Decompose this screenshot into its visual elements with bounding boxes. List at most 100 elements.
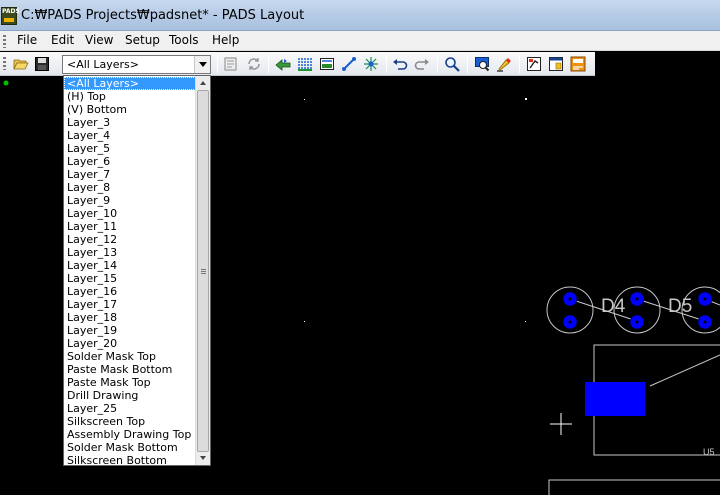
layer-option[interactable]: Drill Drawing	[64, 389, 196, 402]
menu-grip-handle[interactable]	[3, 35, 6, 48]
save-icon	[35, 57, 49, 71]
layer-option[interactable]: Layer_4	[64, 129, 196, 142]
pads-app-icon[interactable]: PADS	[1, 7, 20, 25]
layer-option[interactable]: Silkscreen Top	[64, 415, 196, 428]
layer-option[interactable]: Layer_16	[64, 285, 196, 298]
layer-option[interactable]: Layer_18	[64, 311, 196, 324]
pour-icon	[298, 58, 312, 71]
menu-tools[interactable]: Tools	[169, 33, 199, 47]
layer-option[interactable]: Layer_12	[64, 233, 196, 246]
layer-option[interactable]: Layer_3	[64, 116, 196, 129]
menu-edit[interactable]: Edit	[51, 33, 74, 47]
plane-icon	[320, 58, 334, 70]
layer-option[interactable]: Paste Mask Top	[64, 376, 196, 389]
display-colors-icon	[527, 57, 541, 71]
pads-router-icon	[570, 56, 586, 72]
open-icon	[13, 59, 29, 70]
menu-file[interactable]: File	[17, 33, 37, 47]
window-button[interactable]	[546, 54, 566, 74]
app-icon-text: PADS	[2, 8, 20, 15]
scroll-up-arrow[interactable]	[196, 76, 210, 90]
layer-option[interactable]: Layer_14	[64, 259, 196, 272]
window-title: C:₩PADS Projects₩padsnet* - PADS Layout	[21, 8, 305, 23]
menu-bar: File Edit View Setup Tools Help	[0, 31, 720, 51]
dropdown-scrollbar[interactable]	[195, 76, 210, 465]
pour-button[interactable]	[295, 54, 315, 74]
layer-option[interactable]: (V) Bottom	[64, 103, 196, 116]
display-colors-button[interactable]	[524, 54, 544, 74]
cluster-icon	[364, 57, 378, 71]
zoom-button[interactable]	[442, 54, 462, 74]
properties-button[interactable]	[221, 54, 241, 74]
toolbar-separator	[386, 55, 387, 73]
pads-router-button[interactable]	[568, 54, 588, 74]
ref-label-u5: U5	[703, 447, 715, 457]
cluster-button[interactable]	[361, 54, 381, 74]
scroll-thumb[interactable]	[197, 90, 209, 452]
layer-option[interactable]: Layer_19	[64, 324, 196, 337]
layer-option[interactable]: Layer_25	[64, 402, 196, 415]
toolbar-separator	[519, 55, 520, 73]
toolbar-separator	[268, 55, 269, 73]
layer-option[interactable]: (H) Top	[64, 90, 196, 103]
redo-button[interactable]	[412, 54, 432, 74]
window-icon	[549, 57, 563, 71]
layer-option[interactable]: <All Layers>	[64, 77, 196, 90]
ref-label-d4: D4	[601, 296, 626, 317]
origin-marker	[3, 80, 9, 86]
highlight-icon	[497, 58, 511, 72]
open-button[interactable]	[11, 54, 31, 74]
properties-icon	[224, 57, 237, 71]
layer-option[interactable]: Solder Mask Top	[64, 350, 196, 363]
sketch-button[interactable]	[339, 54, 359, 74]
refresh-button[interactable]	[244, 54, 264, 74]
refresh-icon	[248, 58, 260, 70]
redo-icon	[414, 59, 429, 70]
menu-view[interactable]: View	[85, 33, 113, 47]
toolbar-separator	[217, 55, 218, 73]
cursor-crosshair	[550, 413, 572, 435]
layer-option[interactable]: Layer_9	[64, 194, 196, 207]
toolbar-separator	[467, 55, 468, 73]
zoom-icon	[445, 57, 460, 72]
save-button[interactable]	[32, 54, 52, 74]
layer-option[interactable]: Assembly Drawing Top	[64, 428, 196, 441]
route-button[interactable]	[273, 54, 293, 74]
layer-option[interactable]: Layer_6	[64, 155, 196, 168]
layer-option[interactable]: Layer_17	[64, 298, 196, 311]
highlight-button[interactable]	[494, 54, 514, 74]
toolbar-grip-handle[interactable]	[3, 57, 6, 70]
ref-label-d5: D5	[668, 296, 692, 317]
layer-selector-dropdown-arrow[interactable]	[194, 56, 210, 73]
view-nets-icon	[475, 57, 490, 72]
undo-icon	[393, 59, 408, 70]
grid-dots	[304, 98, 527, 322]
toolbar-separator	[437, 55, 438, 73]
sketch-icon	[342, 57, 356, 71]
layer-option[interactable]: Silkscreen Bottom	[64, 454, 196, 465]
layer-selector-value: <All Layers>	[67, 58, 139, 71]
layer-dropdown-list[interactable]: <All Layers> (H) Top (V) Bottom Layer_3 Laye…	[63, 75, 211, 466]
scroll-down-arrow[interactable]	[196, 451, 210, 465]
menu-help[interactable]: Help	[212, 33, 239, 47]
layer-option[interactable]: Layer_5	[64, 142, 196, 155]
title-bar[interactable]: PADS C:₩PADS Projects₩padsnet* - PADS La…	[0, 0, 720, 31]
menu-setup[interactable]: Setup	[125, 33, 160, 47]
layer-option[interactable]: Solder Mask Bottom	[64, 441, 196, 454]
layer-option[interactable]: Layer_10	[64, 207, 196, 220]
view-nets-button[interactable]	[472, 54, 492, 74]
layer-options: <All Layers> (H) Top (V) Bottom Layer_3 Laye…	[64, 77, 196, 465]
route-icon	[275, 59, 291, 71]
u5-pad	[585, 382, 645, 416]
layer-selector-combobox[interactable]: <All Layers>	[62, 55, 211, 74]
layer-option[interactable]: Layer_20	[64, 337, 196, 350]
layer-option[interactable]: Layer_11	[64, 220, 196, 233]
layer-option[interactable]: Layer_15	[64, 272, 196, 285]
layer-option[interactable]: Layer_8	[64, 181, 196, 194]
layer-option[interactable]: Paste Mask Bottom	[64, 363, 196, 376]
undo-button[interactable]	[390, 54, 410, 74]
board-outline-segment	[548, 479, 720, 495]
layer-option[interactable]: Layer_7	[64, 168, 196, 181]
plane-button[interactable]	[317, 54, 337, 74]
layer-option[interactable]: Layer_13	[64, 246, 196, 259]
